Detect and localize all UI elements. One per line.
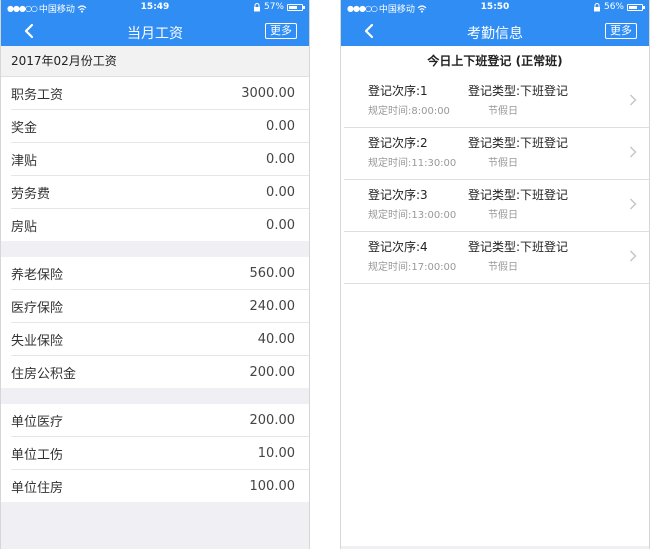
item-value: 200.00 xyxy=(249,364,296,380)
item-label: 奖金 xyxy=(11,120,38,136)
list-item: 劳务费 0.00 xyxy=(11,176,309,209)
section-title: 今日上下班登记 (正常班) xyxy=(427,54,563,68)
salary-group-insurance: 养老保险 560.00 医疗保险 240.00 失业保险 40.00 住房公积金 200… xyxy=(1,257,309,388)
rotation-lock-icon xyxy=(253,2,260,11)
chevron-right-icon xyxy=(629,146,637,158)
attendance-item[interactable]: 登记次序:4 登记类型:下班登记 规定时间:17:00:00 节假日 xyxy=(344,232,649,284)
salary-group-employer: 单位医疗 200.00 单位工伤 10.00 单位住房 100.00 xyxy=(1,404,309,502)
item-time: 规定时间:8:00:00 xyxy=(368,106,450,117)
list-item: 医疗保险 240.00 xyxy=(11,290,309,323)
item-type: 登记类型:下班登记 xyxy=(468,188,569,202)
list-item: 住房公积金 200.00 xyxy=(11,356,309,388)
item-label: 单位工伤 xyxy=(11,447,64,463)
item-sequence: 登记次序:1 xyxy=(368,84,428,98)
item-type: 登记类型:下班登记 xyxy=(468,136,569,150)
attendance-screen: ●●●○○ 中国移动 15:50 56% 考勤信息 更多 今日上下班登记 (正常… xyxy=(340,0,650,549)
list-item: 津贴 0.00 xyxy=(11,143,309,176)
section-divider xyxy=(1,241,309,257)
item-value: 10.00 xyxy=(257,445,295,461)
nav-bar: 考勤信息 更多 xyxy=(341,16,649,46)
item-time: 规定时间:13:00:00 xyxy=(368,210,457,221)
item-value: 200.00 xyxy=(249,412,296,428)
item-label: 单位住房 xyxy=(11,480,64,496)
battery-icon xyxy=(627,3,645,11)
rotation-lock-icon xyxy=(593,2,600,11)
more-button[interactable]: 更多 xyxy=(605,23,637,39)
list-item: 养老保险 560.00 xyxy=(11,257,309,290)
chevron-right-icon xyxy=(629,94,637,106)
item-label: 住房公积金 xyxy=(11,366,77,382)
list-item: 房贴 0.00 xyxy=(11,209,309,241)
item-value: 0.00 xyxy=(266,118,295,134)
item-label: 失业保险 xyxy=(11,333,64,349)
item-day: 节假日 xyxy=(488,262,518,273)
item-value: 0.00 xyxy=(266,184,295,200)
item-value: 3000.00 xyxy=(241,85,295,101)
item-value: 100.00 xyxy=(249,478,296,494)
salary-group-income: 职务工资 3000.00 奖金 0.00 津贴 0.00 劳务费 0.00 房贴 0.00 xyxy=(1,77,309,241)
chevron-right-icon xyxy=(629,250,637,262)
battery-icon xyxy=(287,3,305,11)
item-label: 职务工资 xyxy=(11,87,64,103)
item-label: 医疗保险 xyxy=(11,300,64,316)
item-value: 0.00 xyxy=(266,151,295,167)
item-day: 节假日 xyxy=(488,210,518,221)
list-item: 单位住房 100.00 xyxy=(11,470,309,502)
item-value: 0.00 xyxy=(266,217,295,233)
list-item: 失业保险 40.00 xyxy=(11,323,309,356)
more-button[interactable]: 更多 xyxy=(265,23,297,39)
attendance-item[interactable]: 登记次序:3 登记类型:下班登记 规定时间:13:00:00 节假日 xyxy=(344,180,649,232)
battery-percent: 56% xyxy=(603,2,624,12)
month-header: 2017年02月份工资 xyxy=(1,46,309,77)
item-type: 登记类型:下班登记 xyxy=(468,84,569,98)
nav-bar: 当月工资 更多 xyxy=(1,16,309,46)
list-item: 单位医疗 200.00 xyxy=(11,404,309,437)
list-item: 单位工伤 10.00 xyxy=(11,437,309,470)
item-value: 240.00 xyxy=(249,298,296,314)
item-day: 节假日 xyxy=(488,158,518,169)
item-type: 登记类型:下班登记 xyxy=(468,240,569,254)
item-label: 单位医疗 xyxy=(11,414,64,430)
item-sequence: 登记次序:3 xyxy=(368,188,428,202)
attendance-item[interactable]: 登记次序:1 登记类型:下班登记 规定时间:8:00:00 节假日 xyxy=(344,76,649,128)
salary-screen: ●●●○○ 中国移动 15:49 57% 当月工资 更多 2017年02月份工资… xyxy=(0,0,310,549)
item-label: 津贴 xyxy=(11,153,38,169)
page-title: 当月工资 xyxy=(127,26,183,42)
chevron-right-icon xyxy=(629,198,637,210)
status-bar: ●●●○○ 中国移动 15:49 57% xyxy=(1,0,309,16)
item-time: 规定时间:17:00:00 xyxy=(368,262,457,273)
page-title: 考勤信息 xyxy=(467,26,523,42)
item-day: 节假日 xyxy=(488,106,518,117)
item-value: 560.00 xyxy=(249,265,296,281)
item-label: 劳务费 xyxy=(11,186,51,202)
item-sequence: 登记次序:4 xyxy=(368,240,428,254)
item-sequence: 登记次序:2 xyxy=(368,136,428,150)
list-item: 职务工资 3000.00 xyxy=(11,77,309,110)
attendance-list: 今日上下班登记 (正常班) 登记次序:1 登记类型:下班登记 规定时间:8:00… xyxy=(341,46,649,546)
status-bar: ●●●○○ 中国移动 15:50 56% xyxy=(341,0,649,16)
item-label: 养老保险 xyxy=(11,267,64,283)
item-label: 房贴 xyxy=(11,219,38,235)
list-item: 奖金 0.00 xyxy=(11,110,309,143)
section-divider xyxy=(1,388,309,404)
battery-percent: 57% xyxy=(263,2,284,12)
attendance-item[interactable]: 登记次序:2 登记类型:下班登记 规定时间:11:30:00 节假日 xyxy=(344,128,649,180)
item-value: 40.00 xyxy=(257,331,295,347)
item-time: 规定时间:11:30:00 xyxy=(368,158,457,169)
